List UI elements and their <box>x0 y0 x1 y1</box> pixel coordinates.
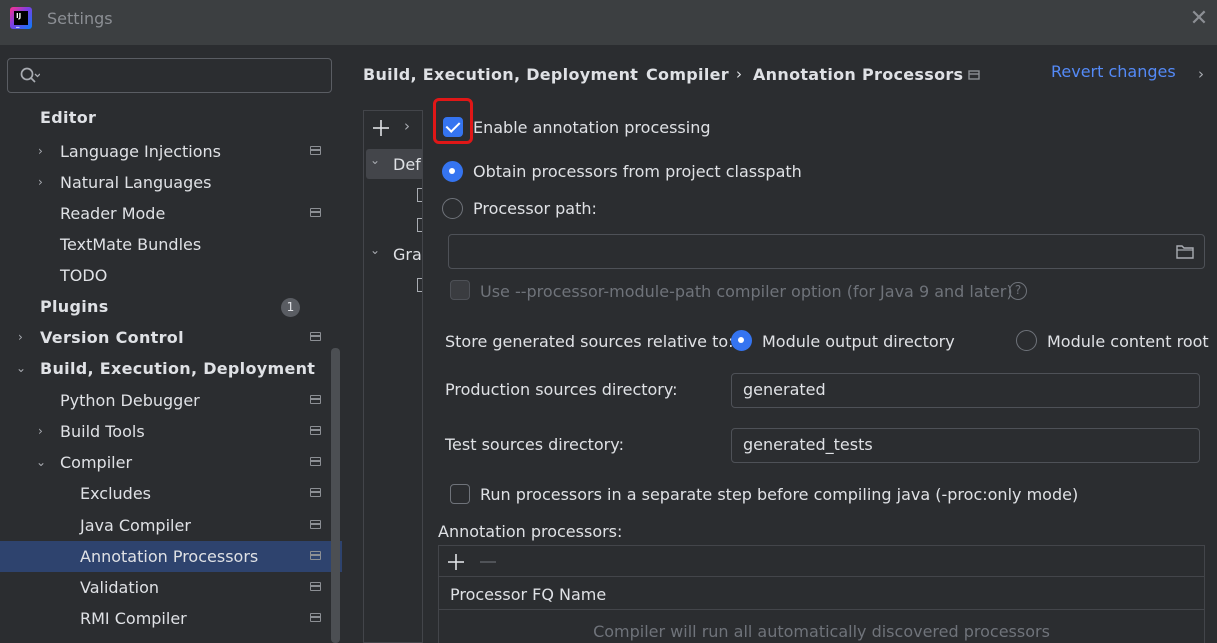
test-sources-label: Test sources directory: <box>445 435 624 454</box>
production-sources-label: Production sources directory: <box>445 380 678 399</box>
add-icon[interactable] <box>372 119 390 137</box>
breadcrumb: Build, Execution, Deployment › Compiler … <box>342 45 1217 105</box>
store-generated-label: Store generated sources relative to: <box>445 332 734 351</box>
project-scope-icon <box>310 520 321 529</box>
sidebar-item-validation[interactable]: Validation <box>0 572 342 603</box>
chevron-down-icon[interactable]: ⌄ <box>16 353 30 384</box>
remove-icon[interactable] <box>479 553 497 571</box>
project-scope-icon <box>310 613 321 622</box>
breadcrumb-separator: › <box>629 65 635 83</box>
sidebar-item-build-tools[interactable]: › Build Tools <box>0 416 342 447</box>
production-sources-field[interactable]: generated <box>731 373 1200 408</box>
processors-toolbar <box>439 546 1204 577</box>
module-output-directory-label: Module output directory <box>762 332 955 351</box>
sidebar-scrollbar[interactable] <box>331 348 340 643</box>
test-sources-field[interactable]: generated_tests <box>731 428 1200 463</box>
window-title: Settings <box>47 9 113 28</box>
chevron-right-icon[interactable]: › <box>1198 65 1204 83</box>
sidebar-item-rmi-compiler[interactable]: RMI Compiler <box>0 603 342 634</box>
module-content-root-radio[interactable] <box>1016 330 1037 351</box>
project-scope-icon <box>310 395 321 404</box>
chevron-down-icon[interactable]: ⌄ <box>370 153 380 167</box>
chevron-right-icon[interactable]: › <box>38 167 52 198</box>
sidebar-item-natural-languages[interactable]: › Natural Languages <box>0 167 342 198</box>
project-scope-icon <box>310 332 321 341</box>
chevron-down-icon[interactable]: ⌄ <box>370 243 380 257</box>
sidebar-item-java-compiler[interactable]: Java Compiler <box>0 510 342 541</box>
project-scope-icon <box>310 582 321 591</box>
breadcrumb-item: Annotation Processors <box>753 65 964 84</box>
project-scope-icon <box>310 551 321 560</box>
module-path-option-checkbox[interactable] <box>450 280 470 300</box>
chevron-down-icon[interactable]: ⌄ <box>36 447 50 478</box>
project-scope-icon <box>310 208 321 217</box>
sidebar-item-reader-mode[interactable]: Reader Mode <box>0 198 342 229</box>
enable-annotation-processing-checkbox[interactable] <box>443 117 463 137</box>
sidebar-item-editor[interactable]: Editor <box>0 102 342 133</box>
title-bar: IJ _ Settings ✕ <box>0 0 1217 45</box>
separate-step-label: Run processors in a separate step before… <box>480 485 1079 504</box>
module-path-option-label: Use --processor-module-path compiler opt… <box>480 282 1013 301</box>
module-output-directory-radio[interactable] <box>731 330 752 351</box>
module-content-root-label: Module content root <box>1047 332 1209 351</box>
help-icon[interactable]: ? <box>1009 282 1027 300</box>
sidebar-item-compiler[interactable]: ⌄ Compiler <box>0 447 342 478</box>
annotation-processors-settings: Enable annotation processing Obtain proc… <box>423 98 1217 643</box>
obtain-from-classpath-radio[interactable] <box>442 161 463 182</box>
table-header[interactable]: Processor FQ Name <box>439 578 1204 610</box>
chevron-right-icon[interactable]: › <box>404 117 410 135</box>
project-scope-icon <box>310 146 321 155</box>
processors-table: Processor FQ Name Compiler will run all … <box>438 545 1205 643</box>
sidebar-item-build-execution-deployment[interactable]: ⌄ Build, Execution, Deployment <box>0 353 342 384</box>
processor-path-label: Processor path: <box>473 199 597 218</box>
module-profile-label[interactable]: Gra <box>393 245 422 264</box>
chevron-right-icon[interactable]: › <box>18 322 32 353</box>
breadcrumb-separator: › <box>736 65 742 83</box>
folder-icon[interactable] <box>1176 244 1194 259</box>
module-profile-label[interactable]: Def <box>393 155 421 174</box>
add-icon[interactable] <box>447 553 465 571</box>
separate-step-checkbox[interactable] <box>450 484 470 504</box>
sidebar-item-python-debugger[interactable]: Python Debugger <box>0 385 342 416</box>
sidebar-item-textmate-bundles[interactable]: TextMate Bundles <box>0 229 342 260</box>
close-icon[interactable]: ✕ <box>1187 8 1211 32</box>
processor-path-field[interactable] <box>448 234 1205 269</box>
revert-changes-link[interactable]: Revert changes <box>1051 62 1176 81</box>
project-scope-icon <box>968 70 980 80</box>
sidebar-item-excludes[interactable]: Excludes <box>0 478 342 509</box>
sidebar-item-todo[interactable]: TODO <box>0 260 342 291</box>
sidebar-item-language-injections[interactable]: › Language Injections <box>0 136 342 167</box>
module-profiles-panel: › ⌄ Def ⌄ Gra <box>363 110 423 643</box>
module-toolbar: › <box>364 111 422 145</box>
plugins-update-badge: 1 <box>281 298 300 317</box>
annotation-processors-label: Annotation processors: <box>438 522 623 541</box>
enable-annotation-processing-label: Enable annotation processing <box>473 118 711 137</box>
chevron-right-icon[interactable]: › <box>38 136 52 167</box>
app-logo-icon: IJ _ <box>10 7 32 29</box>
settings-sidebar: Editor › Language Injections › Natural L… <box>0 45 342 643</box>
column-header-processor-fq-name: Processor FQ Name <box>450 585 607 604</box>
sidebar-item-annotation-processors[interactable]: Annotation Processors <box>0 541 342 572</box>
search-input[interactable] <box>7 58 332 93</box>
project-scope-icon <box>310 488 321 497</box>
sidebar-item-version-control[interactable]: › Version Control <box>0 322 342 353</box>
breadcrumb-item[interactable]: Build, Execution, Deployment <box>363 65 638 84</box>
obtain-from-classpath-label: Obtain processors from project classpath <box>473 162 802 181</box>
search-icon <box>20 67 40 83</box>
project-scope-icon <box>310 426 321 435</box>
sidebar-item-plugins[interactable]: Plugins 1 <box>0 291 342 322</box>
project-scope-icon <box>310 457 321 466</box>
breadcrumb-item[interactable]: Compiler <box>646 65 729 84</box>
processor-path-radio[interactable] <box>442 198 463 219</box>
chevron-right-icon[interactable]: › <box>38 416 52 447</box>
table-empty-text: Compiler will run all automatically disc… <box>593 622 1050 641</box>
